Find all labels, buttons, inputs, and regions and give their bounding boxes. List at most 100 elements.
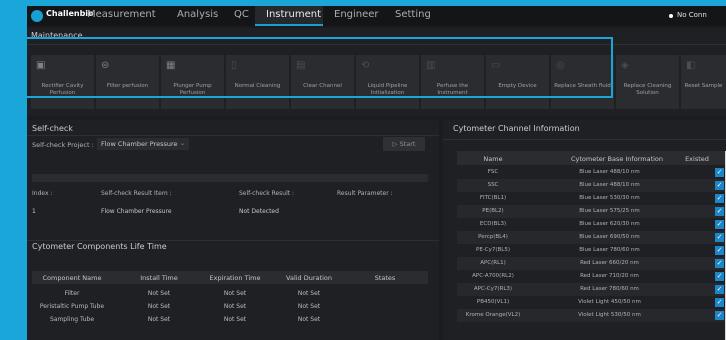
instrument-icon: ▥ — [426, 60, 436, 71]
channel-name: FSC — [487, 169, 499, 175]
selfcheck-project-value: Flow Chamber Pressure — [101, 140, 178, 148]
index-header: Index : — [32, 190, 53, 197]
table-row: PE(BL2) Blue Laser 575/25 nm ✓ — [457, 205, 725, 218]
logo-icon — [31, 10, 43, 22]
connection-status: No Conn — [677, 11, 707, 19]
checkbox-checked-icon[interactable]: ✓ — [715, 233, 724, 242]
checkbox-checked-icon[interactable]: ✓ — [715, 272, 724, 281]
menu-setting[interactable]: Setting — [395, 9, 431, 20]
channel-name: Krome Orange(VL2) — [465, 312, 521, 318]
channel-info: Violet Light 450/50 nm — [578, 299, 641, 305]
pipeline-icon: ⟲ — [361, 60, 370, 71]
install-time-header: Install Time — [140, 274, 178, 282]
filter-icon: ⊜ — [101, 60, 110, 71]
selfcheck-project-label: Self-check Project : — [32, 141, 94, 149]
channel-info: Blue Laser 690/50 nm — [579, 234, 640, 240]
component-name-header: Component Name — [42, 274, 102, 282]
channel-name: SSC — [487, 182, 499, 188]
table-cell: Not Set — [223, 316, 247, 323]
menu-qc[interactable]: QC — [234, 9, 249, 20]
checkbox-checked-icon[interactable]: ✓ — [715, 311, 724, 320]
channel-info: Violet Light 530/50 nm — [578, 312, 641, 318]
table-cell: Sampling Tube — [49, 316, 95, 323]
menu-measurement[interactable]: Measurement — [87, 9, 156, 20]
channel-info: Red Laser 780/60 nm — [580, 286, 639, 292]
maintenance-title: Maintenance — [31, 31, 83, 40]
cleaning-icon: ▯ — [231, 60, 237, 71]
start-button[interactable]: ▷ Start — [383, 137, 425, 151]
cavity-icon: ▣ — [36, 60, 46, 71]
tile-label: Clear Channel — [303, 83, 342, 89]
table-row: Percp(BL4) Blue Laser 690/50 nm ✓ — [457, 231, 725, 244]
tile-label: Perfuse the Instrument — [436, 83, 469, 96]
clear-channel-button[interactable]: ▤ Clear Channel — [291, 55, 354, 109]
liquid-pipeline-initialization-button[interactable]: ⟲ Liquid Pipeline Initialization — [356, 55, 419, 109]
reset-icon: ◧ — [686, 60, 696, 71]
start-label: Start — [399, 140, 416, 148]
tile-label: Empty Device — [498, 83, 537, 89]
normal-cleaning-button[interactable]: ▯ Normal Cleaning — [226, 55, 289, 109]
checkbox-checked-icon[interactable]: ✓ — [715, 246, 724, 255]
channel-info: Blue Laser 620/30 nm — [579, 221, 640, 227]
empty-icon: ▭ — [491, 60, 501, 71]
checkbox-checked-icon[interactable]: ✓ — [715, 207, 724, 216]
table-cell: Peristaltic Pump Tube — [39, 303, 105, 310]
tile-label: Plunger Pump Perfusion — [173, 83, 212, 96]
tile-label: Filter perfusion — [106, 83, 149, 89]
channel-name: PB450(VL1) — [476, 299, 510, 305]
replace-cleaning-solution-button[interactable]: ◈ Replace Cleaning Solution — [616, 55, 679, 109]
table-row: FSC Blue Laser 488/10 nm ✓ — [457, 166, 725, 179]
channel-name: Percp(BL4) — [478, 234, 508, 240]
filter-perfusion-button[interactable]: ⊜ Filter perfusion — [96, 55, 159, 109]
tile-label: Liquid Pipeline Initialization — [367, 83, 408, 96]
table-row: Krome Orange(VL2) Violet Light 530/50 nm… — [457, 309, 725, 322]
selfcheck-project-select[interactable]: Flow Chamber Pressure ⌄ — [97, 138, 189, 150]
divider — [27, 135, 439, 136]
channel-name: PE-Cy7(BL5) — [476, 247, 510, 253]
tile-label: Replace Cleaning Solution — [623, 83, 672, 96]
checkbox-checked-icon[interactable]: ✓ — [715, 194, 724, 203]
checkbox-checked-icon[interactable]: ✓ — [715, 259, 724, 268]
channel-title: Cytometer Channel Information — [453, 124, 580, 133]
table-cell: Filter — [64, 290, 80, 297]
channel-info: Blue Laser 488/10 nm — [579, 182, 640, 188]
sheath-icon: ◎ — [556, 60, 565, 71]
states-header: States — [374, 274, 396, 282]
table-row: APC-Cy7(RL3) Red Laser 780/60 nm ✓ — [457, 283, 725, 296]
lifetime-title: Cytometer Components Life Time — [32, 242, 167, 251]
perfuse-instrument-button[interactable]: ▥ Perfuse the Instrument — [421, 55, 484, 109]
table-row: SSC Blue Laser 488/10 nm ✓ — [457, 179, 725, 192]
selfcheck-progress-bar — [32, 174, 428, 182]
selfcheck-title: Self-check — [32, 124, 73, 133]
table-cell: Not Set — [147, 316, 171, 323]
result-header: Self-check Result : — [239, 190, 295, 197]
checkbox-checked-icon[interactable]: ✓ — [715, 168, 724, 177]
tile-label: Replace Sheath fluid — [554, 83, 611, 89]
channel-name: FITC(BL1) — [479, 195, 507, 201]
table-cell: Not Set — [297, 303, 321, 310]
result-parameter-header: Result Parameter : — [337, 190, 393, 197]
app-window: Challenbio Measurement Analysis QC Instr… — [27, 6, 726, 340]
empty-device-button[interactable]: ▭ Empty Device — [486, 55, 549, 109]
checkbox-checked-icon[interactable]: ✓ — [715, 285, 724, 294]
reset-sample-button[interactable]: ◧ Reset Sample — [681, 55, 726, 109]
channel-name: PE(BL2) — [482, 208, 504, 214]
plunger-pump-perfusion-button[interactable]: ▦ Plunger Pump Perfusion — [161, 55, 224, 109]
channel-info: Blue Laser 575/25 nm — [579, 208, 640, 214]
checkbox-checked-icon[interactable]: ✓ — [715, 181, 724, 190]
checkbox-checked-icon[interactable]: ✓ — [715, 220, 724, 229]
channel-info: Red Laser 710/20 nm — [580, 273, 639, 279]
tile-label: Normal Cleaning — [234, 83, 281, 89]
channel-name: ECD(BL3) — [479, 221, 507, 227]
tile-label: Rectifier Cavity Perfusion — [41, 83, 84, 96]
menu-engineer[interactable]: Engineer — [334, 9, 379, 20]
checkbox-checked-icon[interactable]: ✓ — [715, 298, 724, 307]
rectifier-cavity-perfusion-button[interactable]: ▣ Rectifier Cavity Perfusion — [31, 55, 94, 109]
menu-instrument[interactable]: Instrument — [266, 9, 321, 20]
table-cell: Not Set — [147, 290, 171, 297]
valid-duration-header: Valid Duration — [286, 274, 332, 282]
menu-analysis[interactable]: Analysis — [177, 9, 218, 20]
replace-sheath-fluid-button[interactable]: ◎ Replace Sheath fluid — [551, 55, 614, 109]
table-row: ECD(BL3) Blue Laser 620/30 nm ✓ — [457, 218, 725, 231]
table-row: PB450(VL1) Violet Light 450/50 nm ✓ — [457, 296, 725, 309]
